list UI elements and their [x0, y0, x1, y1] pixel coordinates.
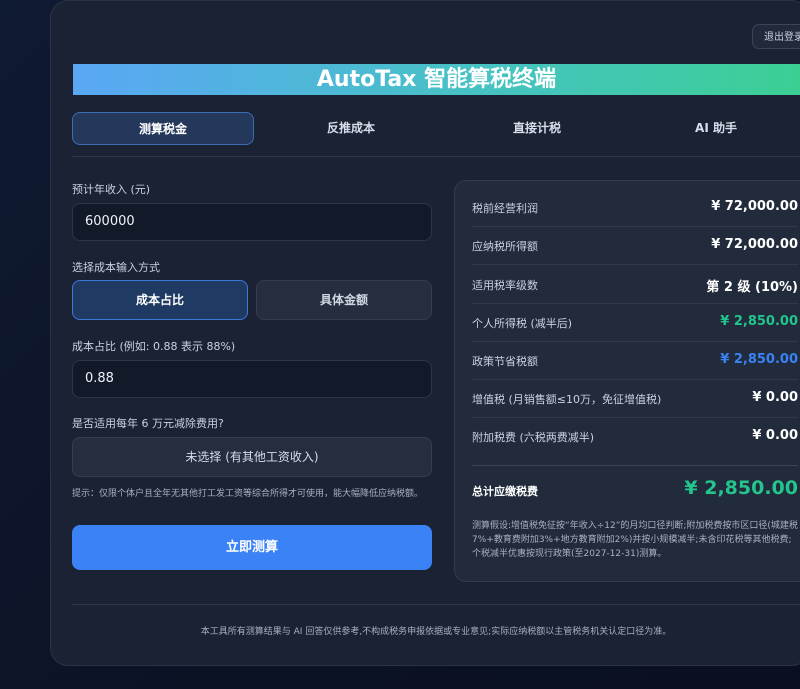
result-value: ¥ 2,850.00	[720, 314, 798, 329]
cost-ratio-option[interactable]: 成本占比	[72, 280, 248, 320]
calculate-button[interactable]: 立即测算	[72, 525, 432, 570]
result-row: 增值税 (月销售额≤10万，免征增值税) ¥ 0.00	[472, 379, 798, 418]
result-row: 应纳税所得额 ¥ 72,000.00	[472, 226, 798, 265]
tab-divider	[72, 156, 800, 157]
result-value: ¥ 72,000.00	[711, 199, 798, 214]
tab-ai-assistant[interactable]: AI 助手	[632, 112, 800, 145]
footer-divider	[72, 604, 800, 605]
deduction-select[interactable]: 未选择 (有其他工资收入)	[72, 437, 432, 477]
tab-estimate-tax[interactable]: 测算税金	[72, 112, 254, 145]
cost-mode-label: 选择成本输入方式	[72, 261, 160, 274]
deduction-label: 是否适用每年 6 万元减除费用?	[72, 417, 224, 430]
result-row: 个人所得税 (减半后) ¥ 2,850.00	[472, 303, 798, 342]
logout-button[interactable]: 退出登录	[752, 24, 800, 49]
total-value: ¥ 2,850.00	[684, 477, 798, 499]
result-value: ¥ 0.00	[752, 390, 798, 405]
deduction-hint: 提示：仅限个体户且全年无其他打工发工资等综合所得才可使用，能大幅降低应纳税额。	[72, 489, 424, 499]
ratio-input[interactable]: 0.88	[72, 360, 432, 398]
result-row: 适用税率级数 第 2 级 (10%)	[472, 265, 798, 304]
total-label: 总计应缴税费	[472, 485, 538, 498]
result-label: 税前经营利润	[472, 202, 538, 215]
result-label: 增值税 (月销售额≤10万，免征增值税)	[472, 393, 662, 406]
income-label: 预计年收入 (元)	[72, 183, 151, 196]
tab-direct-tax[interactable]: 直接计税	[446, 112, 628, 145]
result-label: 适用税率级数	[472, 279, 538, 292]
income-input[interactable]: 600000	[72, 203, 432, 241]
total-row: 总计应缴税费 ¥ 2,850.00	[472, 465, 798, 514]
result-value: ¥ 72,000.00	[711, 237, 798, 252]
disclaimer-footer: 本工具所有测算结果与 AI 回答仅供参考,不构成税务申报依据或专业意见;实际应纳…	[200, 627, 672, 637]
assumption-note: 测算假设:增值税免征按“年收入÷12”的月均口径判断;附加税费按市区口径(城建税…	[472, 521, 798, 559]
result-value: ¥ 2,850.00	[720, 352, 798, 367]
tab-reverse-cost[interactable]: 反推成本	[260, 112, 442, 145]
ratio-label: 成本占比 (例如: 0.88 表示 88%)	[72, 340, 236, 353]
result-row: 政策节省税额 ¥ 2,850.00	[472, 341, 798, 380]
tab-bar: 测算税金 反推成本 直接计税 AI 助手	[72, 112, 800, 146]
app-title-banner: AutoTax 智能算税终端	[73, 64, 800, 95]
result-label: 政策节省税额	[472, 355, 538, 368]
cost-amount-option[interactable]: 具体金额	[256, 280, 432, 320]
result-value: ¥ 0.00	[752, 428, 798, 443]
result-label: 附加税费 (六税两费减半)	[472, 431, 595, 444]
results-panel: 税前经营利润 ¥ 72,000.00 应纳税所得额 ¥ 72,000.00 适用…	[454, 180, 800, 582]
result-value: 第 2 级 (10%)	[706, 280, 798, 295]
result-row: 附加税费 (六税两费减半) ¥ 0.00	[472, 417, 798, 455]
result-row: 税前经营利润 ¥ 72,000.00	[472, 188, 798, 227]
result-label: 应纳税所得额	[472, 240, 538, 253]
result-label: 个人所得税 (减半后)	[472, 317, 573, 330]
